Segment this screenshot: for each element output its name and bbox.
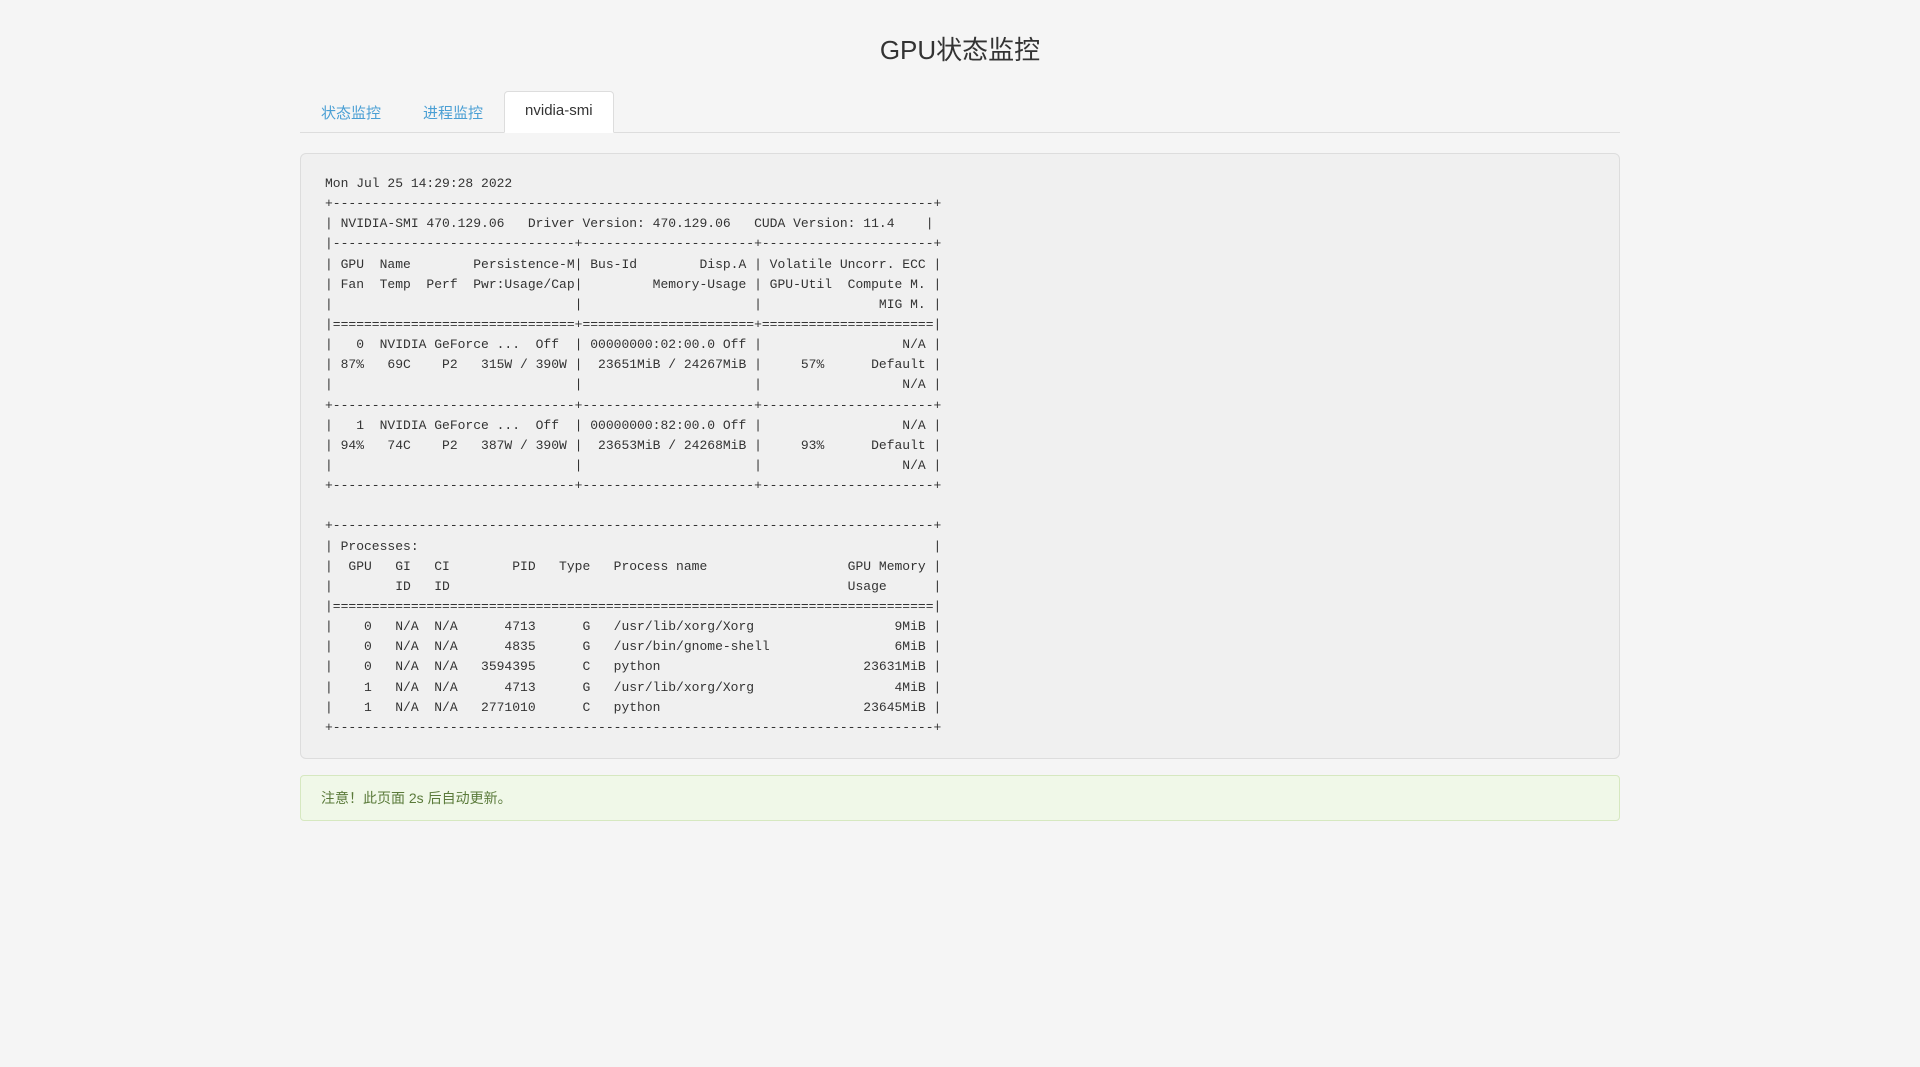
tab-nvidia-smi[interactable]: nvidia-smi [504, 91, 614, 133]
notice-bar: 注意！此页面 2s 后自动更新。 [300, 775, 1620, 821]
page-title: GPU状态监控 [300, 30, 1620, 67]
page-container: GPU状态监控 状态监控 进程监控 nvidia-smi Mon Jul 25 … [260, 0, 1660, 841]
notice-text: 注意！此页面 2s 后自动更新。 [321, 790, 512, 806]
nvidia-smi-output: Mon Jul 25 14:29:28 2022 +--------------… [325, 174, 1595, 738]
nvidia-smi-card: Mon Jul 25 14:29:28 2022 +--------------… [300, 153, 1620, 759]
tabs-bar: 状态监控 进程监控 nvidia-smi [300, 91, 1620, 133]
tab-status[interactable]: 状态监控 [300, 91, 402, 133]
tab-process[interactable]: 进程监控 [402, 91, 504, 133]
